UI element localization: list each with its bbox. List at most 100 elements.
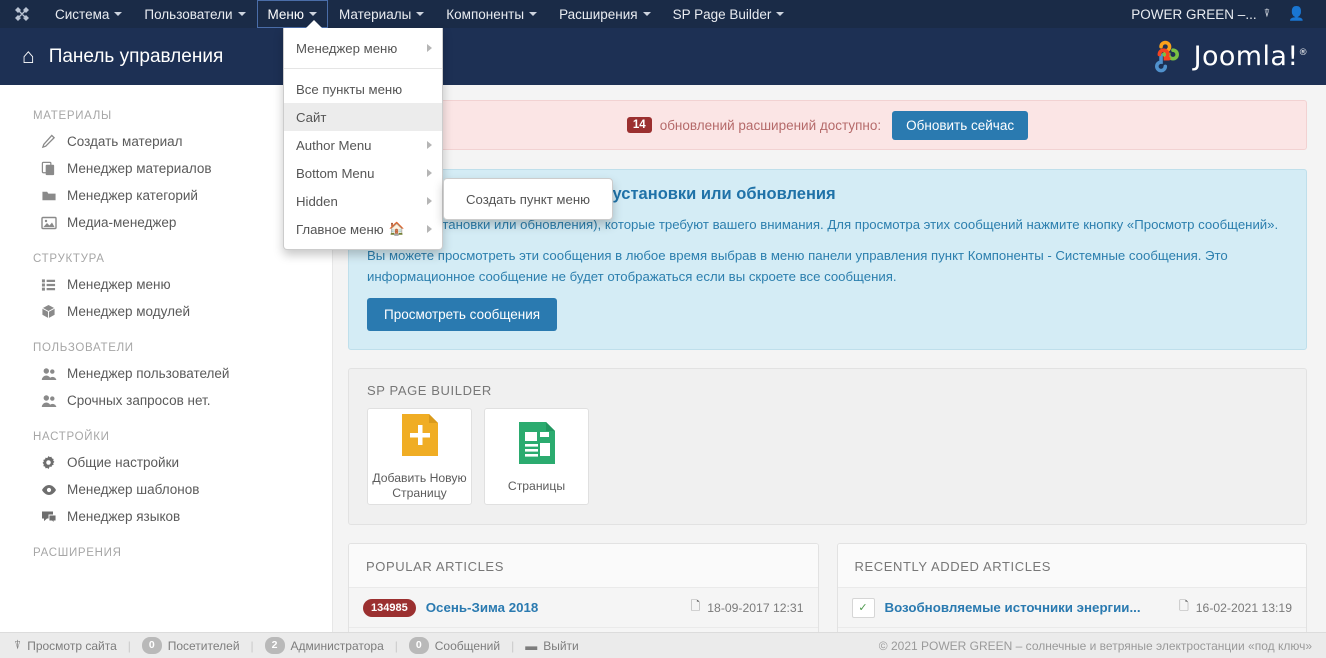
dropdown-arrow-icon (306, 20, 322, 28)
minus-icon: ▬ (525, 638, 538, 653)
view-messages-button[interactable]: Просмотреть сообщения (367, 298, 558, 332)
home-icon: ⌂ (22, 45, 35, 68)
folder-icon (41, 188, 67, 203)
messages-label: Сообщений (434, 638, 501, 653)
sidebar-item-label: Общие настройки (67, 455, 180, 470)
nav-item-komponenty[interactable]: Компоненты (435, 0, 548, 28)
external-link-icon: ⍒ (1263, 7, 1271, 20)
pages-tile[interactable]: Страницы (484, 408, 589, 506)
article-date-text: 16-02-2021 13:19 (1195, 600, 1292, 615)
main-content: 14 обновлений расширений доступно: Обнов… (333, 85, 1326, 638)
table-row[interactable]: ✓ Возобновляемые источники энергии... 🗋 … (837, 588, 1306, 629)
nav-item-sp-page-builder[interactable]: SP Page Builder (662, 0, 796, 28)
content-wrap: МАТЕРИАЛЫ Создать материал Менеджер мате… (0, 85, 1326, 638)
nav-item-polzovateli[interactable]: Пользователи (133, 0, 256, 28)
messages-status[interactable]: 0 Сообщений (408, 637, 501, 654)
dropdown-item-label: Главное меню (296, 221, 384, 237)
sidebar-group-title: НАСТРОЙКИ (33, 431, 110, 443)
update-now-button[interactable]: Обновить сейчас (892, 110, 1029, 140)
top-navbar: Система Пользователи Меню Материалы Комп… (0, 0, 1326, 28)
card-title: POPULAR ARTICLES (349, 544, 818, 589)
table-row[interactable]: 134985 Осень-Зима 2018 🗋 18-09-2017 12:3… (349, 588, 818, 629)
sidebar-item-user-manager[interactable]: Менеджер пользователей (0, 360, 332, 387)
dropdown-item-label: Hidden (296, 193, 338, 209)
pages-icon (516, 420, 558, 471)
sidebar-item-menu-manager[interactable]: Менеджер меню (0, 271, 332, 298)
chevron-down-icon (416, 12, 425, 16)
add-new-page-tile[interactable]: Добавить Новую Страницу (367, 408, 472, 506)
divider: | (394, 638, 398, 653)
new-page-icon (399, 412, 441, 463)
article-title-link[interactable]: Возобновляемые источники энергии... (885, 600, 1166, 615)
hits-badge: 134985 (363, 598, 416, 617)
sidebar-item-template-manager[interactable]: Менеджер шаблонов (0, 476, 332, 503)
divider: | (127, 638, 131, 653)
messages-count: 0 (408, 637, 429, 654)
admins-status[interactable]: 2 Администратора (264, 637, 384, 654)
cube-icon (41, 304, 67, 319)
sidebar-item-global-config[interactable]: Общие настройки (0, 449, 332, 476)
admins-label: Администратора (290, 638, 384, 653)
dropdown-item-hidden[interactable]: Hidden (284, 187, 442, 215)
nav-item-label: Материалы (339, 6, 412, 22)
submenu-item-label: Создать пункт меню (466, 191, 590, 207)
nav-item-rasshireniya[interactable]: Расширения (548, 0, 662, 28)
user-menu-button[interactable]: 👤 (1282, 6, 1320, 22)
eye-icon (41, 484, 67, 496)
nav-item-label: Система (55, 6, 110, 22)
logout-link[interactable]: ▬ Выйти (525, 639, 579, 653)
external-link-icon: ⍒ (14, 638, 22, 652)
nav-item-label: Меню (267, 6, 305, 22)
dropdown-item-label: Все пункты меню (296, 81, 403, 97)
divider: | (511, 638, 515, 653)
preview-site-link[interactable]: ⍒ Просмотр сайта (14, 638, 117, 653)
copyright-text: © 2021 POWER GREEN – солнечные и ветряны… (878, 638, 1312, 653)
sp-page-builder-panel: SP PAGE BUILDER Добавить Новую Страницу … (348, 368, 1307, 526)
check-icon[interactable]: ✓ (851, 597, 875, 618)
sidebar-item-label: Менеджер шаблонов (67, 482, 200, 497)
home-icon: 🏠 (388, 221, 405, 236)
chevron-down-icon (529, 12, 538, 16)
joomla-wordmark: Joomla!® (1193, 41, 1308, 72)
dropdown-item-author-menu[interactable]: Author Menu (284, 131, 442, 159)
chevron-down-icon (642, 12, 651, 16)
article-title-link[interactable]: Осень-Зима 2018 (426, 600, 677, 615)
dropdown-item-menu-manager[interactable]: Менеджер меню (284, 34, 442, 62)
chevron-down-icon (309, 12, 317, 16)
sidebar-item-no-urgent-requests[interactable]: Срочных запросов нет. (0, 387, 332, 414)
joomla-logo-icon[interactable] (0, 6, 44, 22)
dropdown-item-main-menu[interactable]: Главное меню 🏠 (284, 215, 442, 243)
dropdown-item-site[interactable]: Сайт (284, 103, 442, 131)
sidebar-group-title: ПОЛЬЗОВАТЕЛИ (33, 342, 134, 354)
sidebar-item-label: Менеджер модулей (67, 304, 190, 319)
nav-item-materialy[interactable]: Материалы (328, 0, 435, 28)
dropdown-item-bottom-menu[interactable]: Bottom Menu (284, 159, 442, 187)
chevron-down-icon (114, 12, 123, 16)
visitors-status[interactable]: 0 Посетителей (141, 637, 240, 654)
article-date: 🗋 16-02-2021 13:19 (1179, 597, 1292, 618)
sidebar-group-title: РАСШИРЕНИЯ (33, 547, 122, 559)
nav-item-sistema[interactable]: Система (44, 0, 133, 28)
page-title: Панель управления (48, 45, 224, 67)
sidebar-item-language-manager[interactable]: Менеджер языков (0, 503, 332, 530)
admins-count: 2 (264, 637, 285, 654)
submenu-item-create-menu-item[interactable]: Создать пункт меню (444, 185, 612, 213)
chevron-down-icon (776, 12, 785, 16)
sidebar-item-label: Менеджер материалов (67, 161, 212, 176)
nav-item-label: SP Page Builder (672, 6, 772, 22)
dropdown-item-label: Bottom Menu (296, 165, 375, 181)
page-builder-tiles: Добавить Новую Страницу Страницы (349, 408, 1306, 524)
menu-submenu: Создать пункт меню (443, 178, 613, 220)
preview-site-label: Просмотр сайта (27, 638, 117, 653)
calendar-icon: 🗋 (690, 599, 701, 614)
visitors-count: 0 (141, 637, 162, 654)
sidebar-item-label: Менеджер меню (67, 277, 171, 292)
sidebar-item-module-manager[interactable]: Менеджер модулей (0, 298, 332, 325)
dropdown-item-label: Author Menu (296, 137, 372, 153)
popular-articles-card: POPULAR ARTICLES 134985 Осень-Зима 2018 … (348, 543, 819, 638)
dropdown-item-label: Менеджер меню (296, 40, 398, 56)
dropdown-item-all-menu-items[interactable]: Все пункты меню (284, 75, 442, 103)
site-name-link[interactable]: POWER GREEN –... ⍒ (1119, 7, 1282, 22)
